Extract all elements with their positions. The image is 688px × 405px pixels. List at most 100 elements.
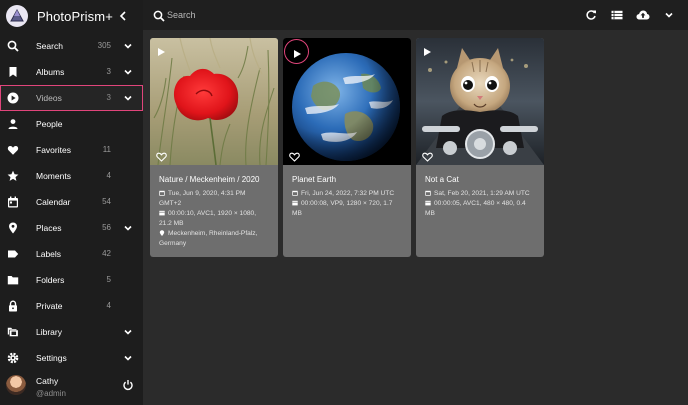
- sidebar-item-calendar[interactable]: Calendar 54: [0, 189, 143, 215]
- list-view-icon[interactable]: [610, 8, 624, 22]
- user-handle: @admin: [36, 389, 66, 398]
- video-thumbnail[interactable]: [150, 38, 278, 165]
- chevron-down-icon[interactable]: [123, 223, 133, 233]
- user-name: Cathy: [36, 376, 59, 386]
- video-date: Fri, Jun 24, 2022, 7:32 PM UTC: [292, 189, 404, 199]
- search-input[interactable]: [167, 7, 467, 23]
- sidebar-item-count: 3: [106, 67, 111, 76]
- favorite-heart-icon[interactable]: [422, 149, 433, 162]
- top-bar: [143, 0, 688, 30]
- sidebar-item-count: 54: [102, 197, 111, 206]
- refresh-icon[interactable]: [584, 8, 598, 22]
- gear-icon: [6, 351, 20, 365]
- video-title: Nature / Meckenheim / 2020: [159, 175, 260, 184]
- video-info-line: 00:00:05, AVC1, 480 × 480, 0.4: [434, 200, 526, 207]
- video-date-line: GMT+2: [159, 199, 182, 207]
- sidebar-item-label: Moments: [36, 171, 71, 181]
- video-file-icon: [292, 200, 298, 206]
- sidebar-item-videos[interactable]: Videos 3: [0, 85, 143, 111]
- video-date-line: Sat, Feb 20, 2021, 1:29 AM UTC: [434, 190, 530, 197]
- folder-icon: [6, 273, 20, 287]
- chevron-down-icon[interactable]: [123, 327, 133, 337]
- chevron-down-icon[interactable]: [123, 67, 133, 77]
- video-date-line: Fri, Jun 24, 2022, 7:32 PM UTC: [301, 190, 395, 197]
- collapse-sidebar-icon[interactable]: [117, 10, 129, 22]
- sidebar-item-search[interactable]: Search 305: [0, 33, 143, 59]
- power-icon[interactable]: [122, 378, 134, 391]
- sidebar-item-label: Settings: [36, 353, 67, 363]
- sidebar-item-count: 4: [106, 171, 111, 180]
- video-thumbnail[interactable]: [416, 38, 544, 165]
- avatar[interactable]: [6, 375, 26, 395]
- bookmark-icon: [6, 65, 20, 79]
- sidebar-item-people[interactable]: People: [0, 111, 143, 137]
- sidebar-item-albums[interactable]: Albums 3: [0, 59, 143, 85]
- video-info-line: MB: [292, 209, 302, 217]
- heart-icon: [6, 143, 20, 157]
- sidebar-item-settings[interactable]: Settings: [0, 345, 143, 371]
- chevron-down-icon[interactable]: [123, 93, 133, 103]
- sidebar-item-label: Places: [36, 223, 62, 233]
- video-location: Meckenheim, Rheinland-Pfalz, Germany: [159, 229, 271, 249]
- video-info-line: 00:00:08, VP9, 1280 × 720, 1.7: [301, 200, 393, 207]
- search-icon: [153, 9, 165, 22]
- sidebar-item-label: Library: [36, 327, 62, 337]
- video-card-planet-earth[interactable]: Planet Earth Fri, Jun 24, 2022, 7:32 PM …: [283, 38, 411, 257]
- play-icon[interactable]: [156, 44, 166, 56]
- star-icon: [6, 169, 20, 183]
- upload-cloud-icon[interactable]: [636, 8, 650, 22]
- chevron-down-icon[interactable]: [123, 353, 133, 363]
- sidebar: PhotoPrism+ Search 305 Albums 3 Videos 3: [0, 0, 143, 405]
- sidebar-item-count: 11: [102, 145, 111, 154]
- sidebar-item-moments[interactable]: Moments 4: [0, 163, 143, 189]
- video-card-not-a-cat[interactable]: Not a Cat Sat, Feb 20, 2021, 1:29 AM UTC…: [416, 38, 544, 257]
- label-tag-icon: [6, 247, 20, 261]
- play-icon[interactable]: [292, 46, 302, 58]
- video-location-line: Meckenheim, Rheinland-Pfalz,: [168, 230, 258, 237]
- sidebar-item-count: 56: [102, 223, 111, 232]
- video-info: 00:00:10, AVC1, 1920 × 1080, 21.2 MB: [159, 209, 271, 229]
- video-info-line: MB: [425, 209, 435, 217]
- sidebar-item-label: Calendar: [36, 197, 71, 207]
- sidebar-item-private[interactable]: Private 4: [0, 293, 143, 319]
- video-file-icon: [159, 210, 165, 216]
- play-circle-icon: [6, 91, 20, 105]
- sidebar-item-library[interactable]: Library: [0, 319, 143, 345]
- sidebar-item-label: Favorites: [36, 145, 71, 155]
- video-date: Sat, Feb 20, 2021, 1:29 AM UTC: [425, 189, 537, 199]
- lock-icon: [6, 299, 20, 313]
- sidebar-item-label: Videos: [36, 93, 62, 103]
- person-icon: [6, 117, 20, 131]
- chevron-down-icon[interactable]: [662, 8, 676, 22]
- video-info: 00:00:08, VP9, 1280 × 720, 1.7 MB: [292, 199, 404, 219]
- video-card-nature[interactable]: Nature / Meckenheim / 2020 Tue, Jun 9, 2…: [150, 38, 278, 257]
- chevron-down-icon[interactable]: [123, 41, 133, 51]
- calendar-icon: [159, 190, 165, 196]
- video-date-line: Tue, Jun 9, 2020, 4:31 PM: [168, 190, 246, 197]
- video-title: Planet Earth: [292, 175, 337, 184]
- video-date: Tue, Jun 9, 2020, 4:31 PM GMT+2: [159, 189, 271, 209]
- play-icon[interactable]: [422, 44, 432, 56]
- video-location-line: Germany: [159, 239, 187, 247]
- sidebar-item-label: Private: [36, 301, 63, 311]
- sidebar-item-count: 305: [97, 41, 111, 50]
- app-name: PhotoPrism+: [37, 8, 113, 24]
- sidebar-item-label: People: [36, 119, 63, 129]
- sidebar-item-count: 4: [106, 301, 111, 310]
- sidebar-item-count: 5: [106, 275, 111, 284]
- video-thumbnail[interactable]: [283, 38, 411, 165]
- user-account[interactable]: Cathy @admin: [0, 375, 143, 405]
- library-icon: [6, 325, 20, 339]
- sidebar-item-folders[interactable]: Folders 5: [0, 267, 143, 293]
- sidebar-item-count: 3: [106, 93, 111, 102]
- favorite-heart-icon[interactable]: [289, 149, 300, 162]
- sidebar-item-label: Folders: [36, 275, 65, 285]
- favorite-heart-icon[interactable]: [156, 149, 167, 162]
- sidebar-nav: Search 305 Albums 3 Videos 3 People Favo…: [0, 33, 143, 371]
- sidebar-item-label: Albums: [36, 67, 65, 77]
- calendar-icon: [425, 190, 431, 196]
- sidebar-item-favorites[interactable]: Favorites 11: [0, 137, 143, 163]
- sidebar-item-places[interactable]: Places 56: [0, 215, 143, 241]
- app-logo[interactable]: [6, 5, 28, 27]
- sidebar-item-labels[interactable]: Labels 42: [0, 241, 143, 267]
